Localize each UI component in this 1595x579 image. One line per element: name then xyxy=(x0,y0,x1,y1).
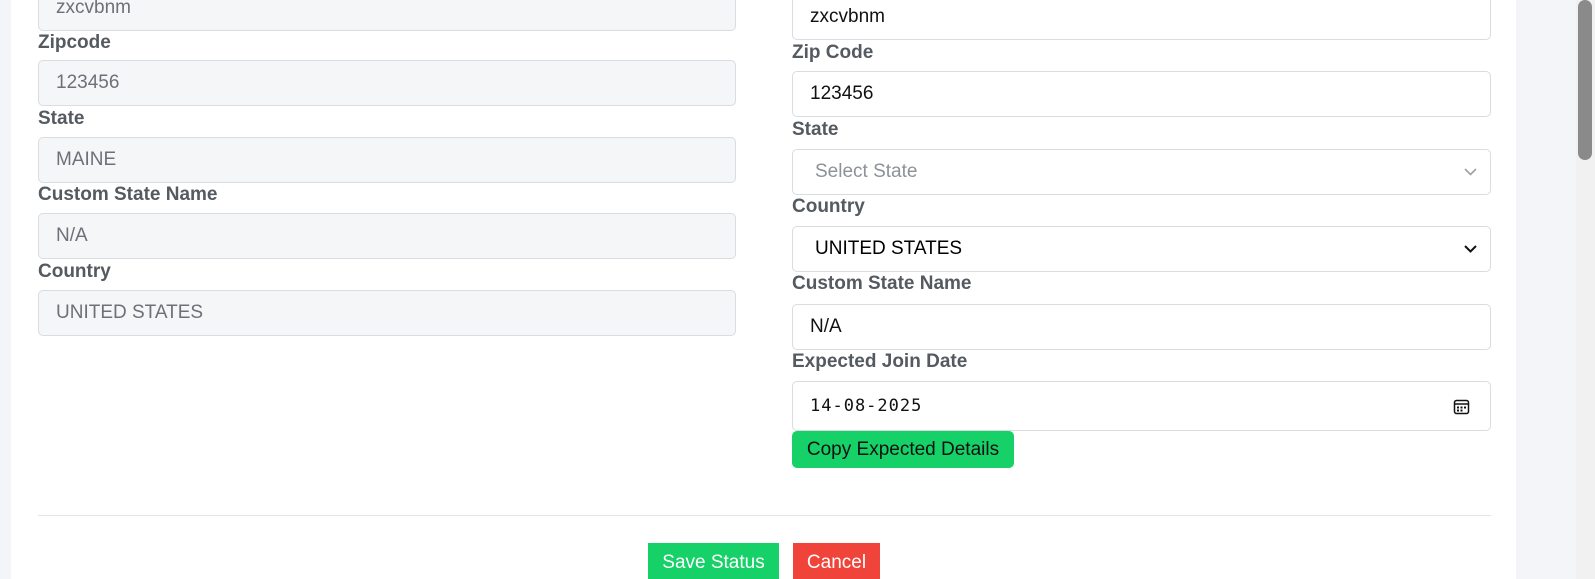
expected-country-label: Country xyxy=(792,196,865,217)
cancel-button[interactable]: Cancel xyxy=(793,543,880,579)
current-address-value: zxcvbnm xyxy=(56,0,131,18)
current-country-value: UNITED STATES xyxy=(56,302,204,323)
expected-state-select[interactable]: Select State xyxy=(792,149,1491,195)
expected-country-select[interactable]: UNITED STATES xyxy=(792,226,1491,272)
chevron-down-icon xyxy=(1463,165,1478,180)
current-country-field: UNITED STATES xyxy=(38,290,736,336)
expected-custom-state-input[interactable]: N/A xyxy=(792,304,1491,350)
expected-join-date-input[interactable]: 14-08-2025 xyxy=(792,381,1491,431)
current-country-label: Country xyxy=(38,261,111,282)
current-state-value: MAINE xyxy=(56,149,117,170)
state-select-placeholder: Select State xyxy=(815,161,918,182)
copy-expected-details-button[interactable]: Copy Expected Details xyxy=(792,431,1014,468)
expected-zipcode-input[interactable]: 123456 xyxy=(792,71,1491,117)
expected-address-value: zxcvbnm xyxy=(810,6,885,27)
current-address-field: zxcvbnm xyxy=(38,0,736,31)
save-status-button[interactable]: Save Status xyxy=(648,543,779,579)
current-zipcode-field: 123456 xyxy=(38,60,736,106)
current-custom-state-field: N/A xyxy=(38,213,736,259)
expected-state-label: State xyxy=(792,119,839,140)
current-zipcode-label: Zipcode xyxy=(38,32,111,53)
expected-zipcode-label: Zip Code xyxy=(792,42,874,63)
current-zipcode-value: 123456 xyxy=(56,72,120,93)
footer-divider xyxy=(38,515,1491,516)
expected-address-input[interactable]: zxcvbnm xyxy=(792,0,1491,40)
expected-custom-state-label: Custom State Name xyxy=(792,273,972,294)
scrollbar-thumb[interactable] xyxy=(1578,0,1592,160)
join-date-value: 14-08-2025 xyxy=(810,396,923,416)
chevron-down-icon xyxy=(1463,242,1478,257)
current-custom-state-value: N/A xyxy=(56,225,88,246)
current-custom-state-label: Custom State Name xyxy=(38,184,218,205)
calendar-icon[interactable] xyxy=(1453,398,1470,415)
country-select-value: UNITED STATES xyxy=(815,238,963,259)
current-state-label: State xyxy=(38,108,85,129)
expected-join-date-label: Expected Join Date xyxy=(792,351,968,372)
current-state-field: MAINE xyxy=(38,137,736,183)
expected-zipcode-value: 123456 xyxy=(810,83,874,104)
expected-custom-state-value: N/A xyxy=(810,316,842,337)
